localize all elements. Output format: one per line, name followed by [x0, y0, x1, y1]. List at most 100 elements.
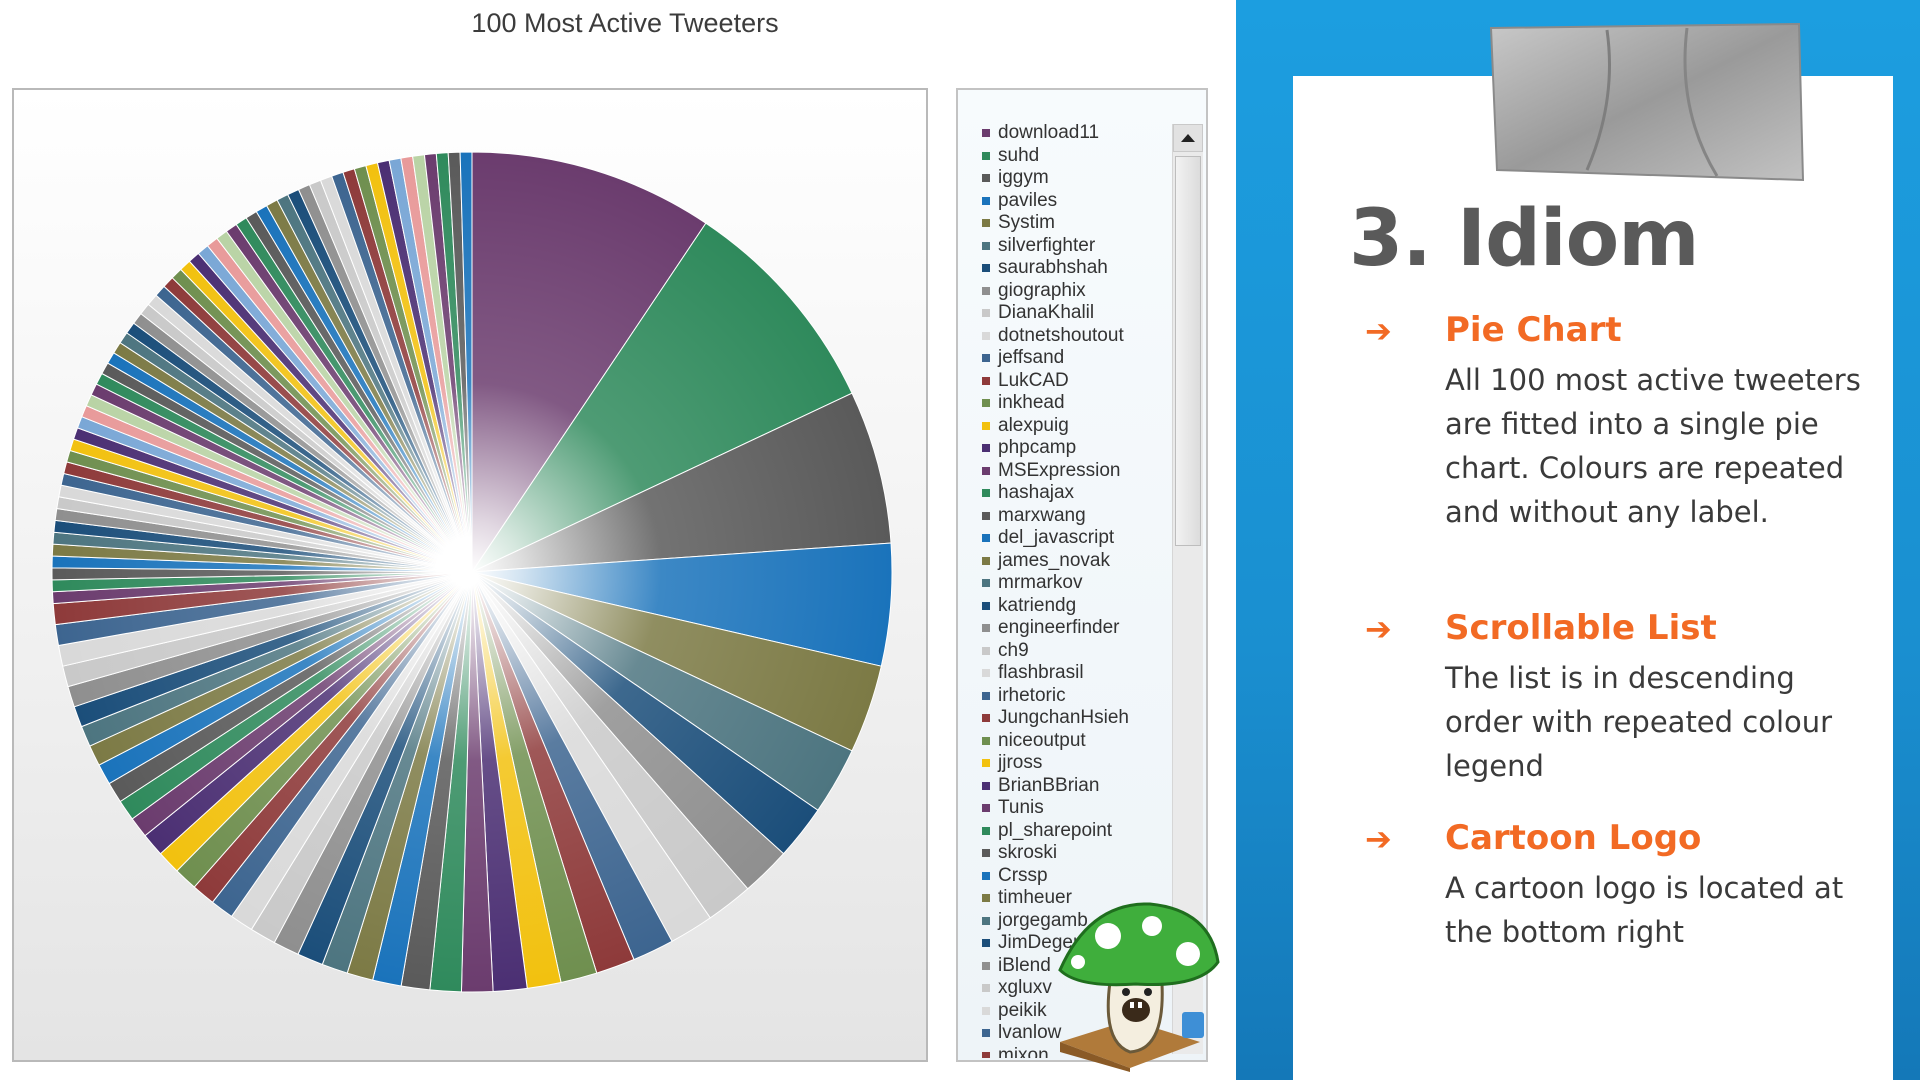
scroll-up-button[interactable] [1173, 124, 1203, 152]
legend-label: iBlend [998, 954, 1051, 976]
legend-item: irhetoric [982, 685, 1172, 708]
legend-item: niceoutput [982, 730, 1172, 753]
legend-label: skroski [998, 842, 1058, 864]
legend-swatch [982, 1029, 990, 1038]
point-cartoon-logo: ➔ Cartoon Logo A cartoon logo is located… [1349, 818, 1879, 968]
legend-item: download11 [982, 122, 1172, 145]
point-heading: Cartoon Logo [1445, 818, 1702, 858]
legend-label: marxwang [998, 504, 1086, 526]
legend-swatch [982, 376, 990, 385]
legend-label: silverfighter [998, 234, 1096, 256]
legend-item: ch9 [982, 640, 1172, 663]
duct-tape-decoration [1489, 22, 1805, 182]
legend-swatch [982, 691, 990, 700]
legend-item: skroski [982, 842, 1172, 865]
legend-label: dotnetshoutout [998, 324, 1124, 346]
legend-item: saurabhshah [982, 257, 1172, 280]
mushroom-mascot-logo [1058, 902, 1220, 1072]
legend-swatch [982, 421, 990, 430]
legend-label: Tunis [998, 797, 1044, 819]
legend-item: iggym [982, 167, 1172, 190]
legend-item: mrmarkov [982, 572, 1172, 595]
legend-label: katriendg [998, 594, 1077, 616]
legend-swatch [982, 714, 990, 723]
legend-item: pl_sharepoint [982, 820, 1172, 843]
legend-swatch [982, 309, 990, 318]
legend-item: jjross [982, 752, 1172, 775]
legend-label: hashajax [998, 482, 1075, 504]
legend-swatch [982, 984, 990, 993]
point-scrollable-list: ➔ Scrollable List The list is in descend… [1349, 608, 1879, 788]
legend-label: del_javascript [998, 527, 1115, 549]
legend-label: paviles [998, 189, 1058, 211]
legend-swatch [982, 849, 990, 858]
legend-swatch [982, 1051, 990, 1058]
legend-item: DianaKhalil [982, 302, 1172, 325]
legend-label: xgluxv [998, 977, 1052, 999]
legend-item: jeffsand [982, 347, 1172, 370]
legend-label: DianaKhalil [998, 302, 1095, 324]
scroll-thumb[interactable] [1175, 156, 1201, 546]
legend-swatch [982, 151, 990, 160]
legend-label: Systim [998, 212, 1055, 234]
legend-swatch [982, 174, 990, 183]
arrow-right-icon: ➔ [1365, 312, 1392, 350]
legend-label: pl_sharepoint [998, 819, 1113, 841]
legend-swatch [982, 219, 990, 228]
point-body: All 100 most active tweeters are fitted … [1445, 363, 1861, 529]
legend-swatch [982, 579, 990, 588]
legend-label: Crssp [998, 864, 1048, 886]
legend-swatch [982, 286, 990, 295]
legend-swatch [982, 444, 990, 453]
legend-item: marxwang [982, 505, 1172, 528]
slide-panel: 3. Idiom ➔ Pie Chart All 100 most active… [1236, 0, 1920, 1080]
legend-item: alexpuig [982, 415, 1172, 438]
pie-chart [51, 151, 893, 993]
legend-item: phpcamp [982, 437, 1172, 460]
legend-label: jeffsand [998, 347, 1065, 369]
legend-item: katriendg [982, 595, 1172, 618]
legend-swatch [982, 759, 990, 768]
legend-label: mrmarkov [998, 572, 1083, 594]
legend-label: ch9 [998, 639, 1029, 661]
legend-item: hashajax [982, 482, 1172, 505]
legend-label: MSExpression [998, 459, 1121, 481]
chevron-up-icon [1181, 134, 1195, 142]
legend-item: LukCAD [982, 370, 1172, 393]
point-body: The list is in descending order with rep… [1445, 661, 1833, 783]
legend-item: dotnetshoutout [982, 325, 1172, 348]
legend-swatch [982, 894, 990, 903]
legend-item: inkhead [982, 392, 1172, 415]
legend-label: suhd [998, 144, 1040, 166]
legend-item: suhd [982, 145, 1172, 168]
legend-item: Tunis [982, 797, 1172, 820]
legend-swatch [982, 129, 990, 138]
legend-label: niceoutput [998, 729, 1086, 751]
legend-swatch [982, 736, 990, 745]
legend-label: phpcamp [998, 437, 1077, 459]
legend-label: giographix [998, 279, 1086, 301]
legend-swatch [982, 646, 990, 655]
point-heading: Scrollable List [1445, 608, 1717, 648]
legend-swatch [982, 939, 990, 948]
legend-swatch [982, 961, 990, 970]
legend-swatch [982, 534, 990, 543]
legend-label: saurabhshah [998, 257, 1108, 279]
legend-label: LukCAD [998, 369, 1069, 391]
legend-swatch [982, 241, 990, 250]
legend-swatch [982, 916, 990, 925]
legend-item: MSExpression [982, 460, 1172, 483]
legend-swatch [982, 669, 990, 678]
legend-label: peikik [998, 999, 1047, 1021]
legend-swatch [982, 601, 990, 610]
legend-item: Systim [982, 212, 1172, 235]
point-pie-chart: ➔ Pie Chart All 100 most active tweeters… [1349, 310, 1879, 560]
slide-title: 3. Idiom [1349, 194, 1700, 284]
legend-item: silverfighter [982, 235, 1172, 258]
legend-swatch [982, 196, 990, 205]
arrow-right-icon: ➔ [1365, 820, 1392, 858]
legend-swatch [982, 781, 990, 790]
arrow-right-icon: ➔ [1365, 610, 1392, 648]
legend-swatch [982, 399, 990, 408]
legend-label: download11 [998, 122, 1100, 144]
